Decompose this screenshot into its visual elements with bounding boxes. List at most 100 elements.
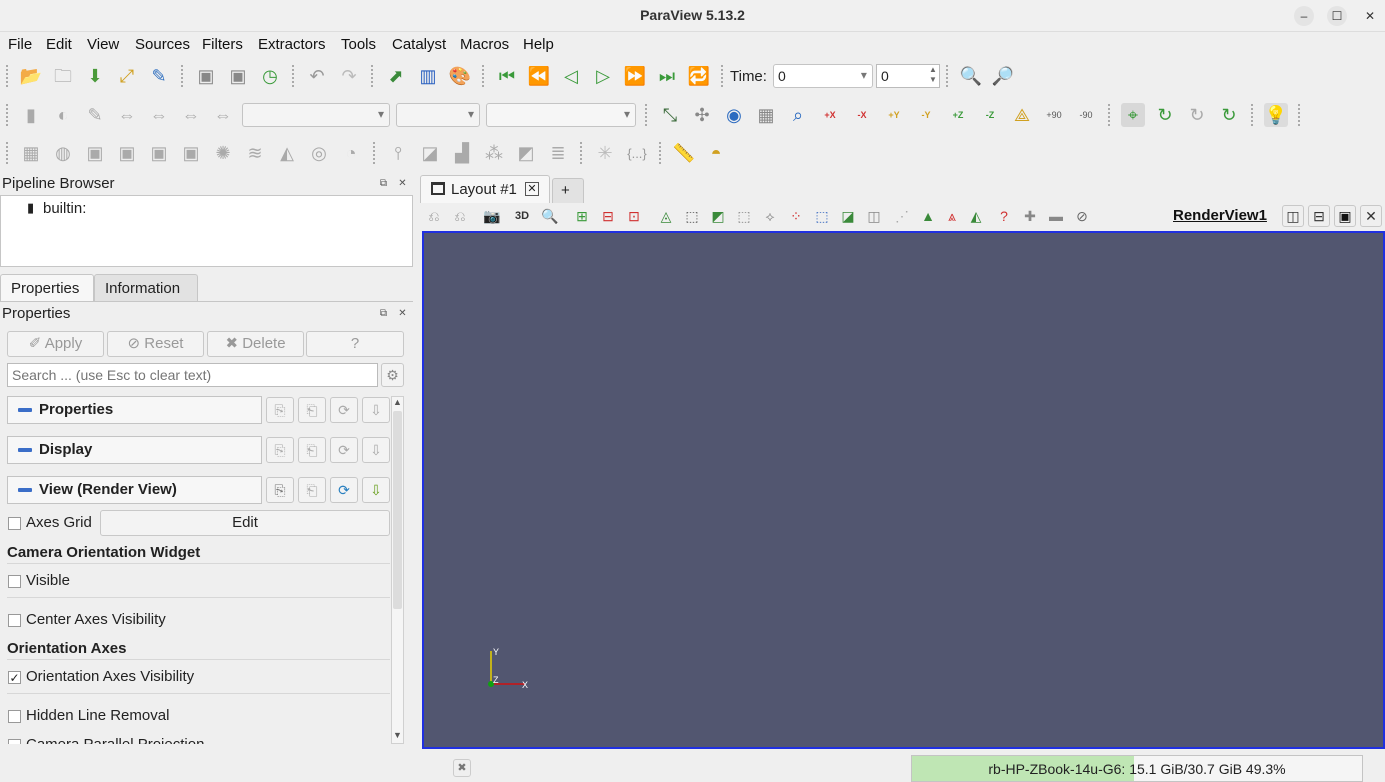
save-state-icon[interactable]: ⤢	[115, 64, 139, 88]
clear-status-icon[interactable]: ✖	[453, 759, 471, 777]
toggle-3d-button[interactable]: 3D	[512, 206, 532, 226]
float-icon[interactable]: ⧉	[378, 308, 389, 319]
auto-apply-icon[interactable]: ◷	[258, 64, 282, 88]
toolbar-grip[interactable]	[945, 65, 949, 87]
warp-vector-icon[interactable]: ◭	[275, 141, 299, 165]
select-grow-icon[interactable]: ⋰	[892, 206, 912, 226]
save-default-icon[interactable]: ⇩	[362, 477, 390, 503]
interactive-zoom-icon[interactable]: ⌕	[786, 103, 810, 127]
section-display[interactable]: Display	[7, 436, 262, 464]
menu-view[interactable]: View	[87, 36, 119, 53]
reset-camera-closest-icon[interactable]: ⤡	[658, 103, 682, 127]
orientation-axes-checkbox[interactable]: ✓	[8, 671, 21, 684]
toolbar-grip[interactable]	[580, 142, 583, 164]
menu-help[interactable]: Help	[523, 36, 554, 53]
tab-information[interactable]: Information	[94, 274, 198, 302]
isometric-view-icon[interactable]: ⟁	[1010, 103, 1034, 127]
toolbar-grip[interactable]	[292, 65, 295, 87]
close-icon[interactable]: ✕	[1360, 6, 1380, 26]
extract-level-icon[interactable]: ◔	[339, 141, 363, 165]
paste-icon[interactable]: ⎗	[298, 397, 326, 423]
menu-macros[interactable]: Macros	[460, 36, 509, 53]
tab-layout-1[interactable]: Layout #1 ✕	[420, 175, 550, 203]
save-default-icon[interactable]: ⇩	[362, 437, 390, 463]
toolbar-grip[interactable]	[659, 142, 662, 164]
threshold-icon[interactable]: ▣	[147, 141, 171, 165]
camera-redo-icon[interactable]: ⎌	[450, 206, 470, 226]
extract-selection-icon[interactable]: ◭	[966, 206, 986, 226]
spreadsheet-query-icon[interactable]: 🔎	[991, 64, 1015, 88]
plot-selection-icon[interactable]: ◪	[418, 141, 442, 165]
view-plus-z-icon[interactable]: +Z	[946, 103, 970, 127]
redo-icon[interactable]: ↷	[337, 64, 361, 88]
reset-camera-icon[interactable]: ⬈	[384, 64, 408, 88]
menu-filters[interactable]: Filters	[202, 36, 243, 53]
paste-icon[interactable]: ⎗	[298, 477, 326, 503]
float-icon[interactable]: ⧉	[378, 178, 389, 189]
find-data-icon[interactable]: 🔍	[959, 64, 983, 88]
maximize-view-icon[interactable]: ▣	[1334, 205, 1356, 227]
contour-icon[interactable]: ◍	[51, 141, 75, 165]
copy-icon[interactable]: ⎘	[266, 397, 294, 423]
restore-default-icon[interactable]: ⟳	[330, 397, 358, 423]
menu-catalyst[interactable]: Catalyst	[392, 36, 446, 53]
minimize-icon[interactable]: –	[1294, 6, 1314, 26]
menu-file[interactable]: File	[8, 36, 32, 53]
open-folder-icon[interactable]: 📂	[19, 64, 43, 88]
toolbar-grip[interactable]	[6, 104, 9, 126]
plot-data-icon[interactable]: ⁂	[482, 141, 506, 165]
close-view-icon[interactable]: ✕	[1360, 205, 1382, 227]
server-disconnect-icon[interactable]: ▣	[226, 64, 250, 88]
toolbar-grip[interactable]	[1108, 104, 1111, 126]
rescale-temporal-icon[interactable]: ⇔	[179, 103, 203, 127]
properties-scrollbar[interactable]: ▲ ▼	[391, 396, 404, 744]
toolbar-grip[interactable]	[6, 142, 9, 164]
close-tab-icon[interactable]: ✕	[525, 182, 539, 196]
time-combo[interactable]: 0	[772, 64, 873, 88]
zoom-to-box-icon[interactable]: 🔍	[540, 206, 560, 226]
rotate-plus90-icon[interactable]: +90	[1042, 103, 1066, 127]
component-combo[interactable]	[396, 103, 480, 127]
paste-icon[interactable]: ⎗	[298, 437, 326, 463]
rotate-minus90-icon[interactable]: -90	[1074, 103, 1098, 127]
shrink-selection-icon[interactable]: ⩓	[942, 206, 962, 226]
selection-query-icon[interactable]: ?	[994, 206, 1014, 226]
capture-screenshot-icon[interactable]: 📷	[482, 206, 502, 226]
protractor-icon[interactable]: ◓	[704, 141, 728, 165]
light-kit-icon[interactable]: 💡	[1264, 103, 1288, 127]
camera-undo-icon[interactable]: ⎌	[424, 206, 444, 226]
toolbar-grip[interactable]	[482, 65, 485, 87]
histogram-icon[interactable]: ▟	[450, 141, 474, 165]
interactive-select-icon[interactable]: ⁘	[786, 206, 806, 226]
select-block-icon[interactable]: ◩	[708, 206, 728, 226]
select-points-on-icon[interactable]: ⊟	[598, 206, 618, 226]
glyph-icon[interactable]: ✺	[211, 141, 235, 165]
spinner-arrows-icon[interactable]: ▲ ▼	[929, 65, 937, 85]
menu-edit[interactable]: Edit	[46, 36, 72, 53]
server-connect-icon[interactable]: ▣	[194, 64, 218, 88]
rescale-visible-icon[interactable]: ⇔	[211, 103, 235, 127]
subtract-selection-icon[interactable]: ▬	[1046, 206, 1066, 226]
stream-tracer-icon[interactable]: ≋	[243, 141, 267, 165]
split-vertical-icon[interactable]: ⊟	[1308, 205, 1330, 227]
select-points-icon[interactable]: ⬚	[682, 206, 702, 226]
zoom-closest-icon[interactable]: ▦	[754, 103, 778, 127]
delete-button[interactable]: ✖ Delete	[207, 331, 304, 357]
copy-icon[interactable]: ⎘	[266, 437, 294, 463]
grow-selection-icon[interactable]: ▲	[918, 206, 938, 226]
help-button[interactable]: ?	[306, 331, 404, 357]
rescale-custom-icon[interactable]: ⇔	[147, 103, 171, 127]
axes-grid-edit-button[interactable]: Edit	[100, 510, 390, 536]
clip-icon[interactable]: ▣	[83, 141, 107, 165]
apply-button[interactable]: ✐ Apply	[7, 331, 104, 357]
zoom-to-data-icon[interactable]: ✣	[690, 103, 714, 127]
extract-subset-icon[interactable]: ▣	[179, 141, 203, 165]
maximize-icon[interactable]: ☐	[1327, 6, 1347, 26]
split-horizontal-icon[interactable]: ◫	[1282, 205, 1304, 227]
add-layout-tab[interactable]: +	[552, 178, 584, 203]
ruler-icon[interactable]: 📏	[672, 141, 696, 165]
select-polygon-points-icon[interactable]: ⟡	[760, 206, 780, 226]
toolbar-grip[interactable]	[6, 65, 9, 87]
close-icon[interactable]: ✕	[397, 178, 408, 189]
show-center-icon[interactable]: ⌖	[1121, 103, 1145, 127]
